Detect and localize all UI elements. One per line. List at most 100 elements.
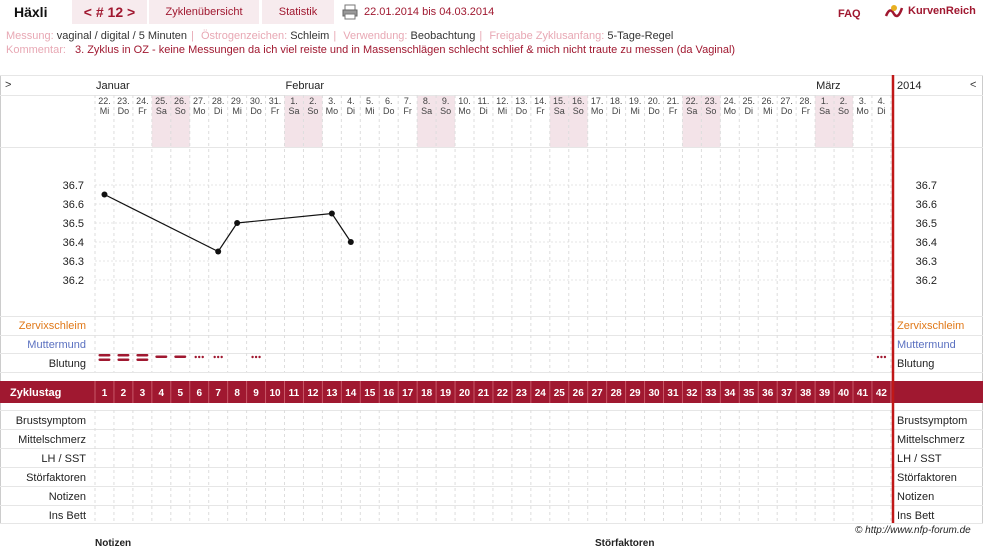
cycle-day-number: 40 [838, 388, 850, 399]
nav-prev-arrow[interactable]: > [5, 79, 11, 91]
cycle-day-number: 36 [762, 388, 774, 399]
cycle-day-number: 25 [554, 388, 566, 399]
bleeding-strong-mark [136, 358, 149, 361]
day-date: 4. [347, 96, 355, 106]
year-label: 2014 [897, 80, 921, 92]
day-weekday: Di [479, 106, 488, 116]
day-date: 25. [743, 96, 756, 106]
day-weekday: Mo [458, 106, 471, 116]
day-weekday: Mi [763, 106, 773, 116]
day-weekday: Fr [138, 106, 147, 116]
day-date: 8. [423, 96, 431, 106]
day-date: 9. [442, 96, 450, 106]
cycle-day-number: 30 [648, 388, 660, 399]
day-date: 24. [136, 96, 149, 106]
day-weekday: Do [383, 106, 395, 116]
cycle-day-number: 9 [253, 388, 259, 399]
bleeding-medium-mark [155, 355, 168, 358]
breast-symptom-row: Brustsymptom [16, 415, 86, 427]
bleeding-spot-mark [883, 355, 887, 359]
month-label: März [816, 80, 840, 92]
bleeding-strong-mark [98, 358, 111, 361]
day-date: 31. [269, 96, 282, 106]
day-weekday: Di [214, 106, 223, 116]
temperature-point [328, 210, 335, 217]
cycle-day-number: 33 [705, 388, 717, 399]
day-weekday: Sa [288, 106, 299, 116]
day-weekday: Di [347, 106, 356, 116]
cervix-position-row-label-right: Muttermund [897, 339, 956, 351]
day-weekday: Do [648, 106, 660, 116]
cycle-day-number: 18 [421, 388, 433, 399]
bleeding-row-label: Blutung [49, 358, 86, 370]
day-weekday: Fr [801, 106, 810, 116]
cycle-day-number: 19 [440, 388, 452, 399]
cycle-day-number: 29 [630, 388, 642, 399]
cycle-day-number: 14 [345, 388, 357, 399]
day-weekday: Sa [421, 106, 432, 116]
bleeding-strong-mark [136, 354, 149, 357]
month-label: Februar [286, 80, 325, 92]
cycle-day-number: 13 [326, 388, 338, 399]
cycle-day-number: 2 [121, 388, 127, 399]
bleeding-spot-mark [194, 355, 197, 359]
notes-row: Notizen [49, 491, 86, 503]
temp-tick-left: 36.2 [63, 275, 84, 287]
day-weekday: So [440, 106, 451, 116]
bleeding-spot-mark [880, 355, 883, 359]
day-weekday: Di [745, 106, 754, 116]
day-date: 5. [366, 96, 374, 106]
bleeding-spot-mark [198, 355, 201, 359]
day-date: 4. [878, 96, 886, 106]
bleeding-strong-mark [117, 358, 130, 361]
nav-next-arrow[interactable]: < [970, 79, 976, 91]
bleeding-spot-mark [220, 355, 223, 359]
cycle-day-number: 8 [234, 388, 240, 399]
day-date: 3. [859, 96, 867, 106]
bleeding-spot-mark [258, 355, 261, 359]
day-weekday: Mo [724, 106, 737, 116]
day-weekday: Di [877, 106, 886, 116]
cycle-day-number: 24 [535, 388, 547, 399]
day-weekday: Mi [100, 106, 110, 116]
cycle-day-number: 11 [289, 388, 300, 399]
day-date: 14. [534, 96, 547, 106]
day-date: 2. [840, 96, 848, 106]
cycle-day-number: 23 [516, 388, 528, 399]
day-date: 19. [629, 96, 642, 106]
day-weekday: Do [781, 106, 793, 116]
cycle-day-number: 17 [402, 388, 414, 399]
day-date: 2. [309, 96, 317, 106]
cervix-row-label: Zervixschleim [19, 320, 86, 332]
cycle-day-number: 37 [781, 388, 793, 399]
day-date: 13. [515, 96, 528, 106]
temp-tick-right: 36.5 [916, 218, 937, 230]
day-date: 17. [591, 96, 604, 106]
cycle-day-number: 21 [478, 388, 490, 399]
day-weekday: Sa [156, 106, 167, 116]
cycle-day-number: 5 [177, 388, 183, 399]
day-date: 1. [290, 96, 298, 106]
day-date: 20. [648, 96, 661, 106]
day-date: 22. [98, 96, 111, 106]
cycle-day-number: 34 [724, 388, 736, 399]
day-date: 15. [553, 96, 566, 106]
cycle-day-number: 42 [876, 388, 888, 399]
cycle-day-label: Zyklustag [10, 387, 61, 399]
temp-tick-right: 36.4 [916, 237, 937, 249]
day-date: 3. [328, 96, 336, 106]
day-date: 22. [686, 96, 699, 106]
day-date: 16. [572, 96, 585, 106]
cycle-day-number: 31 [667, 388, 679, 399]
middle-pain-row-right: Mittelschmerz [897, 434, 965, 446]
day-date: 1. [821, 96, 829, 106]
day-date: 23. [117, 96, 130, 106]
disturbance-row-right: Störfaktoren [897, 472, 957, 484]
day-date: 24. [724, 96, 737, 106]
cycle-day-number: 1 [102, 388, 108, 399]
day-date: 10. [458, 96, 471, 106]
month-label: Januar [96, 80, 130, 92]
breast-symptom-row-right: Brustsymptom [897, 415, 967, 427]
cycle-day-number: 32 [686, 388, 698, 399]
cycle-day-number: 16 [383, 388, 395, 399]
